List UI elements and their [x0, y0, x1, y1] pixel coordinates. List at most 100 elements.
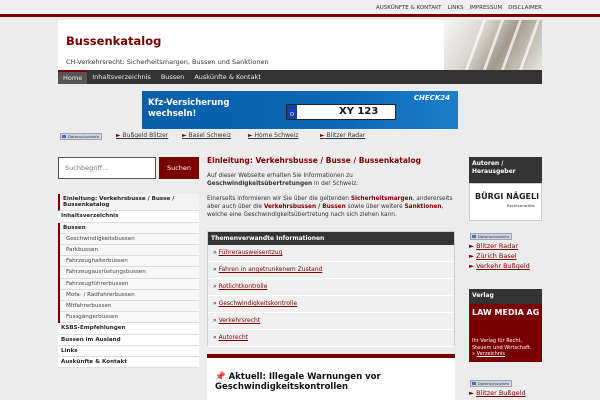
plate-country: D — [287, 105, 297, 119]
right-ad-link-label: Blitzer Bußgeld — [476, 389, 526, 397]
related-info-box: Themenverwandte Informationen » Führerau… — [207, 231, 455, 347]
ad-link-bussgeld-blitzer[interactable]: ► Bußgeld Blitzer — [116, 132, 168, 139]
logo-subtitle: Rechtsanwälte — [507, 203, 535, 208]
related-link[interactable]: Autorecht — [219, 334, 248, 341]
lawmedia-name: LAW MEDIA AG — [472, 308, 540, 317]
ad-link-label: Blitzer Radar — [326, 132, 366, 139]
sidebar-item-links[interactable]: Links — [58, 346, 199, 358]
nav-home[interactable]: Home — [58, 70, 88, 84]
sidebar-subitem[interactable]: Fahrzeugausrüstungsbussen — [60, 267, 199, 279]
arrow-icon: ► — [320, 132, 325, 139]
sidebar-nav: Einleitung: Verkehrsbusse / Busse / Buss… — [58, 194, 199, 369]
arrow-icon: ► — [116, 132, 121, 139]
search-input[interactable] — [58, 157, 156, 179]
lawmedia-description: Ihr Verlag für Recht, Steuern und Wirtsc… — [472, 338, 532, 351]
sidebar-subitem[interactable]: Mofa- / Radfahrerbussen — [60, 290, 199, 302]
main-content: Einleitung: Verkehrsbusse / Busse / Buss… — [207, 156, 455, 400]
top-link-impressum[interactable]: IMPRESSUM — [469, 5, 502, 11]
related-info-title: Themenverwandte Informationen — [208, 232, 454, 245]
related-link[interactable]: Führerausweisentzug — [219, 249, 283, 256]
nav-bussen[interactable]: Bussen — [156, 70, 189, 84]
nav-kontakt[interactable]: Auskünfte & Kontakt — [189, 70, 266, 84]
ad-link-label: Home Schweiz — [254, 132, 299, 139]
sidebar-subitem[interactable]: Mitfahrerbussen — [60, 301, 199, 313]
ad-link-blitzer-radar[interactable]: ► Blitzer Radar — [320, 132, 365, 139]
publisher-box: Verlag — [469, 289, 542, 304]
ad-headline: Kfz-Versicherung wechseln! — [148, 98, 230, 119]
right-ad-link[interactable]: ► Zürich Basel — [469, 251, 542, 261]
publisher-title: Verlag — [472, 292, 494, 299]
text: Auf dieser Webseite erhalten Sie Informa… — [207, 173, 353, 179]
right-ad-link[interactable]: ► Blitzer Bußgeld — [469, 388, 542, 398]
sidebar-item-ksbs[interactable]: KSBS-Empfehlungen — [58, 323, 199, 335]
site-title[interactable]: Bussenkatalog — [66, 34, 161, 48]
link-verkehrsbussen[interactable]: Verkehrsbussen / Bussen — [264, 204, 346, 210]
sidebar-subitem[interactable]: Fahrzeughalterbussen — [60, 256, 199, 268]
related-item: » Führerausweisentzug — [208, 245, 454, 262]
ad-link-label: Basel Schweiz — [188, 132, 232, 139]
top-link-disclaimer[interactable]: DISCLAIMER — [508, 5, 542, 11]
law-media-box[interactable]: LAW MEDIA AG Ihr Verlag für Recht, Steue… — [469, 304, 542, 362]
related-item: » Autorecht — [208, 330, 454, 347]
right-ad-link[interactable]: ► Verkehr Bußgeld — [469, 261, 542, 271]
text-bold: Geschwindigkeitsübertretungen — [207, 181, 313, 188]
main-nav: Home Inhaltsverzeichnis Bussen Auskünfte… — [58, 70, 542, 84]
related-link[interactable]: Fahren in angetrunkenem Zustand — [219, 266, 323, 273]
news-title[interactable]: 📌 Aktuell: Illegale Warnungen vor Geschw… — [215, 372, 455, 392]
arrow-icon: ► — [248, 132, 253, 139]
top-link-contact[interactable]: AUSKÜNFTE & KONTAKT — [376, 5, 442, 11]
news-title-text: Aktuell: Illegale Warnungen vor Geschwin… — [215, 372, 381, 392]
authors-box: Autoren / Herausgeber — [469, 157, 542, 183]
related-item: » Fahren in angetrunkenem Zustand — [208, 262, 454, 279]
sidebar-item-bussen[interactable]: Bussen — [60, 223, 199, 234]
top-bar: AUSKÜNFTE & KONTAKT LINKS IMPRESSUM DISC… — [0, 0, 600, 17]
license-plate: D XY 123 — [286, 104, 396, 120]
sidebar-item-einleitung[interactable]: Einleitung: Verkehrsbusse / Busse / Buss… — [58, 194, 199, 212]
sidebar-subitem[interactable]: Fussgängerbussen — [60, 312, 199, 324]
right-ad-link[interactable]: ► Blitzer Radar — [469, 241, 542, 251]
ad-link-home-schweiz[interactable]: ► Home Schweiz — [248, 132, 299, 139]
related-item: » Geschwindigkeitskontrolle — [208, 296, 454, 313]
sidebar-subitem[interactable]: Fahrzeugführerbussen — [60, 279, 199, 290]
link-sanktionen[interactable]: Sanktionen — [404, 204, 441, 210]
ad-link-basel-schweiz[interactable]: ► Basel Schweiz — [182, 132, 231, 139]
sidebar-item-ausland[interactable]: Bussen im Ausland — [58, 335, 199, 346]
plate-number: XY 123 — [339, 106, 379, 117]
intro-paragraph-2: Einerseits informieren wir Sie über die … — [207, 195, 455, 220]
logo-name: BÜRGI NÄGELI — [475, 192, 540, 201]
sidebar-subitem[interactable]: Geschwindigkeitsbussen — [60, 234, 199, 246]
intro-paragraph-1: Auf dieser Webseite erhalten Sie Informa… — [207, 172, 455, 189]
right-ad-links: ► Blitzer Radar ► Zürich Basel ► Verkehr… — [469, 241, 542, 271]
related-link[interactable]: Rotlichtkontrolle — [219, 283, 268, 290]
related-item: » Verkehrsrecht — [208, 313, 454, 330]
ad-brand-logo: CHECK24 — [413, 94, 450, 102]
text: sowie über weitere — [345, 203, 405, 210]
right-ad-link-label: Blitzer Radar — [476, 242, 518, 250]
search-button[interactable]: Suchen — [159, 157, 199, 179]
header-image — [444, 20, 542, 70]
datenschutz-badge[interactable]: Datenschutzinfo — [60, 133, 102, 140]
related-item: » Rotlichtkontrolle — [208, 279, 454, 296]
datenschutz-badge[interactable]: Datenschutzinfo — [470, 380, 512, 387]
ad-link-row: Datenschutzinfo ► Bußgeld Blitzer ► Base… — [58, 131, 542, 143]
ad-link-label: Bußgeld Blitzer — [122, 132, 169, 139]
lawmedia-text: Ihr Verlag für Recht, Steuern und Wirtsc… — [472, 338, 532, 357]
sidebar-subitem[interactable]: Parkbussen — [60, 245, 199, 257]
datenschutz-badge[interactable]: Datenschutzinfo — [470, 233, 512, 240]
link-sicherheitsmargen[interactable]: Sicherheitsmargen — [351, 196, 413, 202]
news-box: 📌 Aktuell: Illegale Warnungen vor Geschw… — [207, 354, 455, 400]
related-link[interactable]: Verkehrsrecht — [219, 317, 261, 324]
related-link[interactable]: Geschwindigkeitskontrolle — [219, 300, 297, 307]
text: in der Schweiz: — [312, 181, 359, 188]
authors-title: Autoren / Herausgeber — [472, 160, 516, 175]
lawmedia-link[interactable]: Verzeichnis — [477, 351, 505, 357]
top-link-links[interactable]: LINKS — [448, 5, 464, 11]
banner-ad[interactable]: Kfz-Versicherung wechseln! D XY 123 CHEC… — [142, 91, 458, 129]
sidebar-item-kontakt[interactable]: Auskünfte & Kontakt — [58, 357, 199, 369]
nav-inhaltsverzeichnis[interactable]: Inhaltsverzeichnis — [87, 70, 156, 84]
top-links: AUSKÜNFTE & KONTAKT LINKS IMPRESSUM DISC… — [376, 5, 542, 11]
pin-icon: 📌 — [215, 372, 226, 382]
text: Einerseits informieren wir Sie über die … — [207, 195, 351, 202]
buergi-naegeli-logo[interactable]: BÜRGI NÄGELI Rechtsanwälte — [469, 183, 542, 221]
sidebar-item-inhaltsverzeichnis[interactable]: Inhaltsverzeichnis — [58, 211, 199, 223]
